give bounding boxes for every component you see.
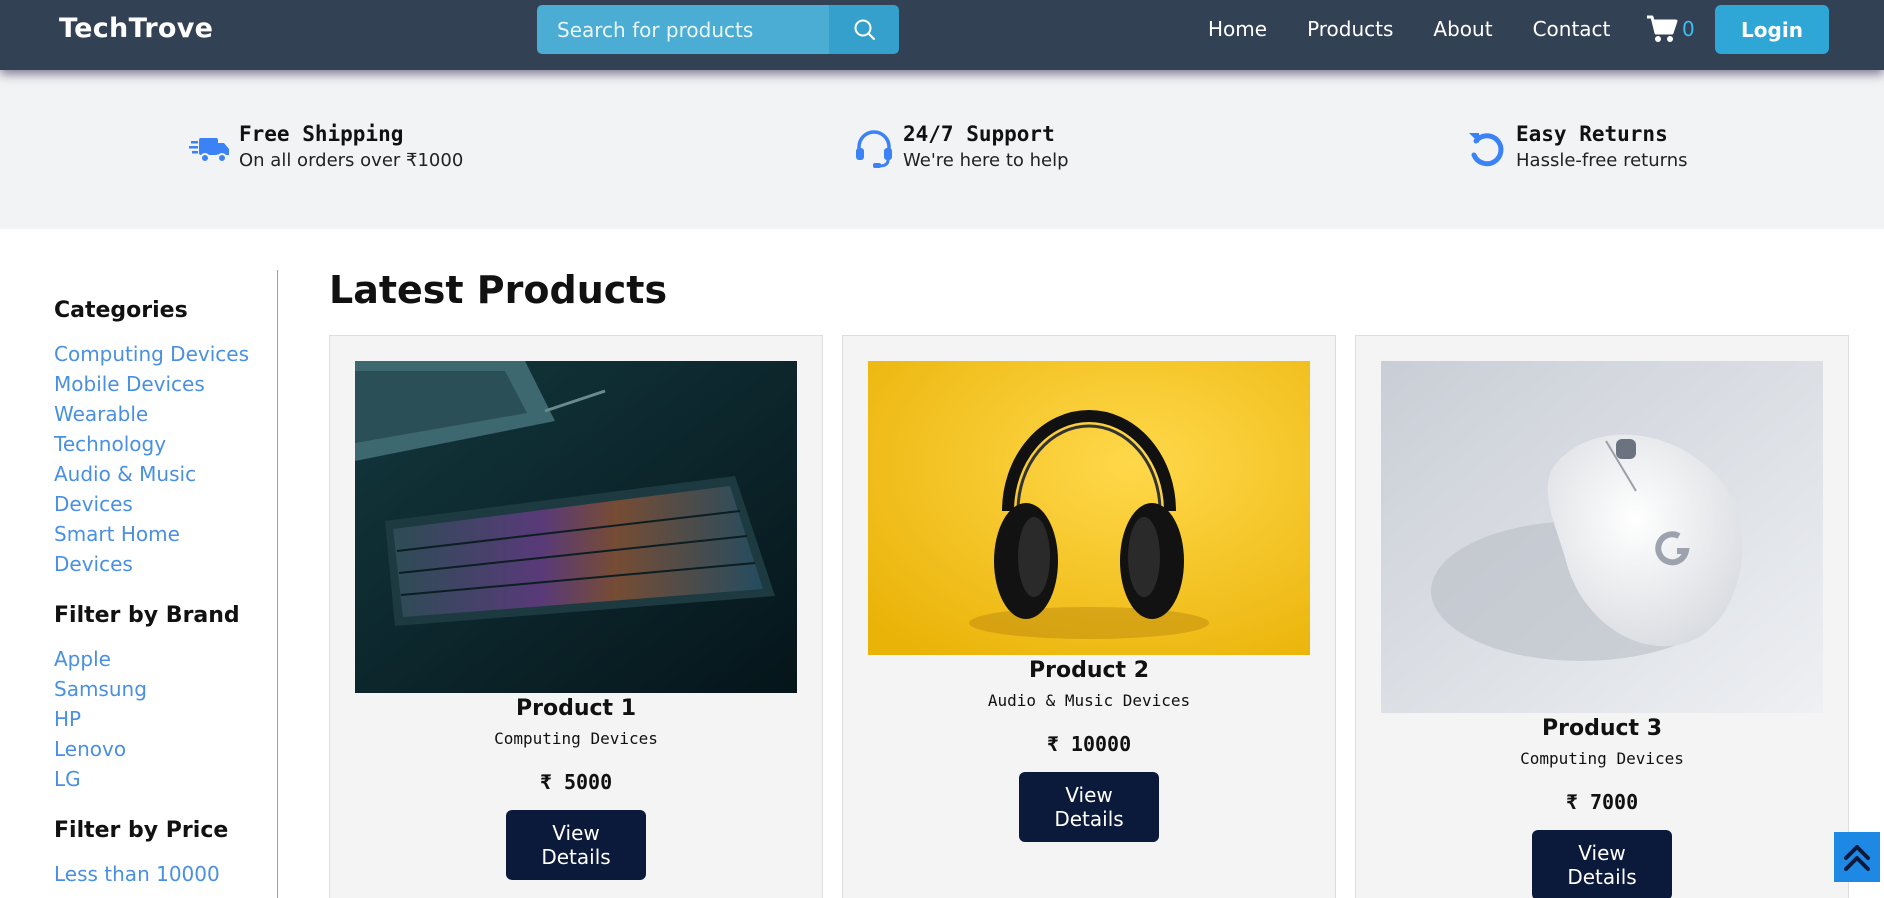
feature-support: 24/7 Support We're here to help — [853, 122, 1069, 171]
product-category: Computing Devices — [1520, 749, 1684, 768]
scroll-to-top-button[interactable] — [1834, 832, 1880, 882]
product-info: Product 3 Computing Devices ₹ 7000 View … — [1356, 716, 1848, 898]
feature-subtitle: Hassle-free returns — [1516, 150, 1688, 171]
product-info: Product 2 Audio & Music Devices ₹ 10000 … — [843, 658, 1335, 842]
shipping-truck-icon — [189, 138, 229, 163]
view-details-button[interactable]: View Details — [506, 810, 646, 880]
feature-title: Easy Returns — [1516, 122, 1668, 146]
product-image-mouse[interactable] — [1381, 361, 1823, 713]
undo-icon — [1469, 133, 1504, 167]
brand-link[interactable]: Samsung — [54, 674, 264, 704]
category-link[interactable]: Mobile Devices — [54, 369, 264, 399]
feature-title: Free Shipping — [239, 122, 404, 146]
product-card: Product 1 Computing Devices ₹ 5000 View … — [329, 335, 823, 898]
product-category: Computing Devices — [494, 729, 658, 748]
brand-heading: Filter by Brand — [54, 603, 240, 628]
nav-home[interactable]: Home — [1208, 17, 1267, 41]
double-chevron-up-icon — [1844, 845, 1870, 871]
product-price: ₹ 7000 — [1565, 790, 1639, 814]
search-icon — [854, 19, 875, 40]
price-list: Less than 10000 — [54, 859, 277, 889]
cart-icon — [1647, 15, 1678, 42]
page-title: Latest Products — [329, 268, 668, 312]
category-link[interactable]: Computing Devices — [54, 339, 264, 369]
keyboard-photo — [355, 361, 797, 693]
cart-link[interactable]: 0 — [1646, 14, 1695, 44]
headset-icon — [856, 130, 892, 168]
search-button[interactable] — [829, 5, 899, 54]
navbar: TechTrove Home Products About Contact 0 … — [0, 0, 1884, 70]
product-name[interactable]: Product 2 — [843, 658, 1335, 683]
product-info: Product 1 Computing Devices ₹ 5000 View … — [330, 696, 822, 880]
category-link[interactable]: Wearable Technology — [54, 399, 204, 459]
view-details-button[interactable]: View Details — [1019, 772, 1159, 842]
categories-heading: Categories — [54, 298, 188, 323]
product-card: Product 3 Computing Devices ₹ 7000 View … — [1355, 335, 1849, 898]
product-category: Audio & Music Devices — [987, 691, 1191, 710]
category-link[interactable]: Smart Home Devices — [54, 519, 204, 579]
category-link[interactable]: Audio & Music Devices — [54, 459, 224, 519]
feature-subtitle: We're here to help — [903, 150, 1069, 171]
view-details-button[interactable]: View Details — [1532, 830, 1672, 898]
product-name[interactable]: Product 3 — [1356, 716, 1848, 741]
feature-subtitle: On all orders over ₹1000 — [239, 150, 464, 171]
brand-link[interactable]: Lenovo — [54, 734, 264, 764]
product-name[interactable]: Product 1 — [330, 696, 822, 721]
nav-contact[interactable]: Contact — [1533, 17, 1611, 41]
cart-count: 0 — [1682, 17, 1695, 41]
feature-free-shipping: Free Shipping On all orders over ₹1000 — [189, 122, 463, 171]
brand-link[interactable]: HP — [54, 704, 264, 734]
brand-link[interactable]: LG — [54, 764, 264, 794]
search-input[interactable] — [537, 5, 829, 54]
search-bar — [537, 5, 899, 54]
brand-link[interactable]: Apple — [54, 644, 264, 674]
mouse-photo — [1381, 361, 1823, 713]
headphones-photo — [868, 361, 1310, 655]
sidebar: Categories Computing Devices Mobile Devi… — [54, 270, 278, 898]
feature-title: 24/7 Support — [903, 122, 1055, 146]
nav-products[interactable]: Products — [1307, 17, 1393, 41]
features-strip: Free Shipping On all orders over ₹1000 2… — [0, 70, 1884, 229]
feature-returns: Easy Returns Hassle-free returns — [1466, 122, 1688, 171]
category-list: Computing Devices Mobile Devices Wearabl… — [54, 339, 277, 579]
product-image-headphones[interactable] — [868, 361, 1310, 655]
product-price: ₹ 5000 — [539, 770, 613, 794]
product-card: Product 2 Audio & Music Devices ₹ 10000 … — [842, 335, 1336, 898]
price-link[interactable]: Less than 10000 — [54, 859, 264, 889]
product-image-keyboard[interactable] — [355, 361, 797, 693]
brand-list: Apple Samsung HP Lenovo LG — [54, 644, 277, 794]
brand-logo[interactable]: TechTrove — [59, 13, 213, 44]
nav-about[interactable]: About — [1433, 17, 1492, 41]
login-button[interactable]: Login — [1715, 5, 1829, 54]
product-price: ₹ 10000 — [1046, 732, 1132, 756]
nav-links: Home Products About Contact — [1208, 17, 1650, 41]
price-heading: Filter by Price — [54, 818, 229, 843]
